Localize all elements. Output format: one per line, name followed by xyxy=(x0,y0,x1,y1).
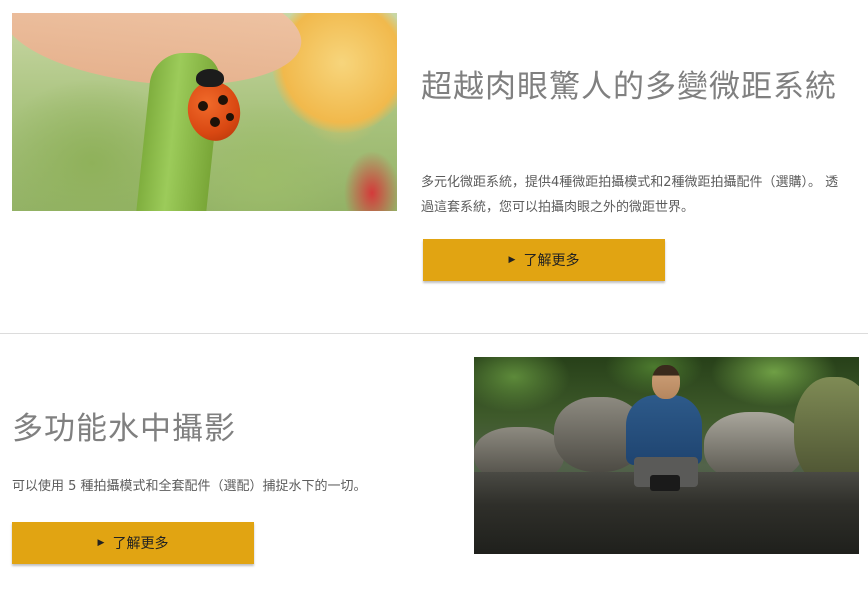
play-triangle-icon: ▶ xyxy=(508,255,516,265)
underwater-description: 可以使用 5 種拍攝模式和全套配件（選配）捕捉水下的一切。 xyxy=(12,479,367,494)
macro-learn-more-button[interactable]: ▶ 了解更多 xyxy=(423,239,665,281)
underwater-learn-more-label: 了解更多 xyxy=(112,536,169,552)
macro-section: 超越肉眼驚人的多變微距系統 多元化微距系統，提供4種微距拍攝模式和2種微距拍攝配… xyxy=(0,0,868,334)
ladybug-macro-image xyxy=(12,13,397,211)
underwater-title: 多功能水中攝影 xyxy=(12,411,236,447)
macro-learn-more-label: 了解更多 xyxy=(523,253,580,269)
macro-description: 多元化微距系統，提供4種微距拍攝模式和2種微距拍攝配件（選購）。 透過這套系統，… xyxy=(421,175,839,215)
play-triangle-icon: ▶ xyxy=(97,538,105,548)
underwater-photographer-image xyxy=(474,357,859,554)
macro-title: 超越肉眼驚人的多變微距系統 xyxy=(421,69,837,105)
section-divider xyxy=(0,333,868,334)
underwater-learn-more-button[interactable]: ▶ 了解更多 xyxy=(12,522,254,564)
